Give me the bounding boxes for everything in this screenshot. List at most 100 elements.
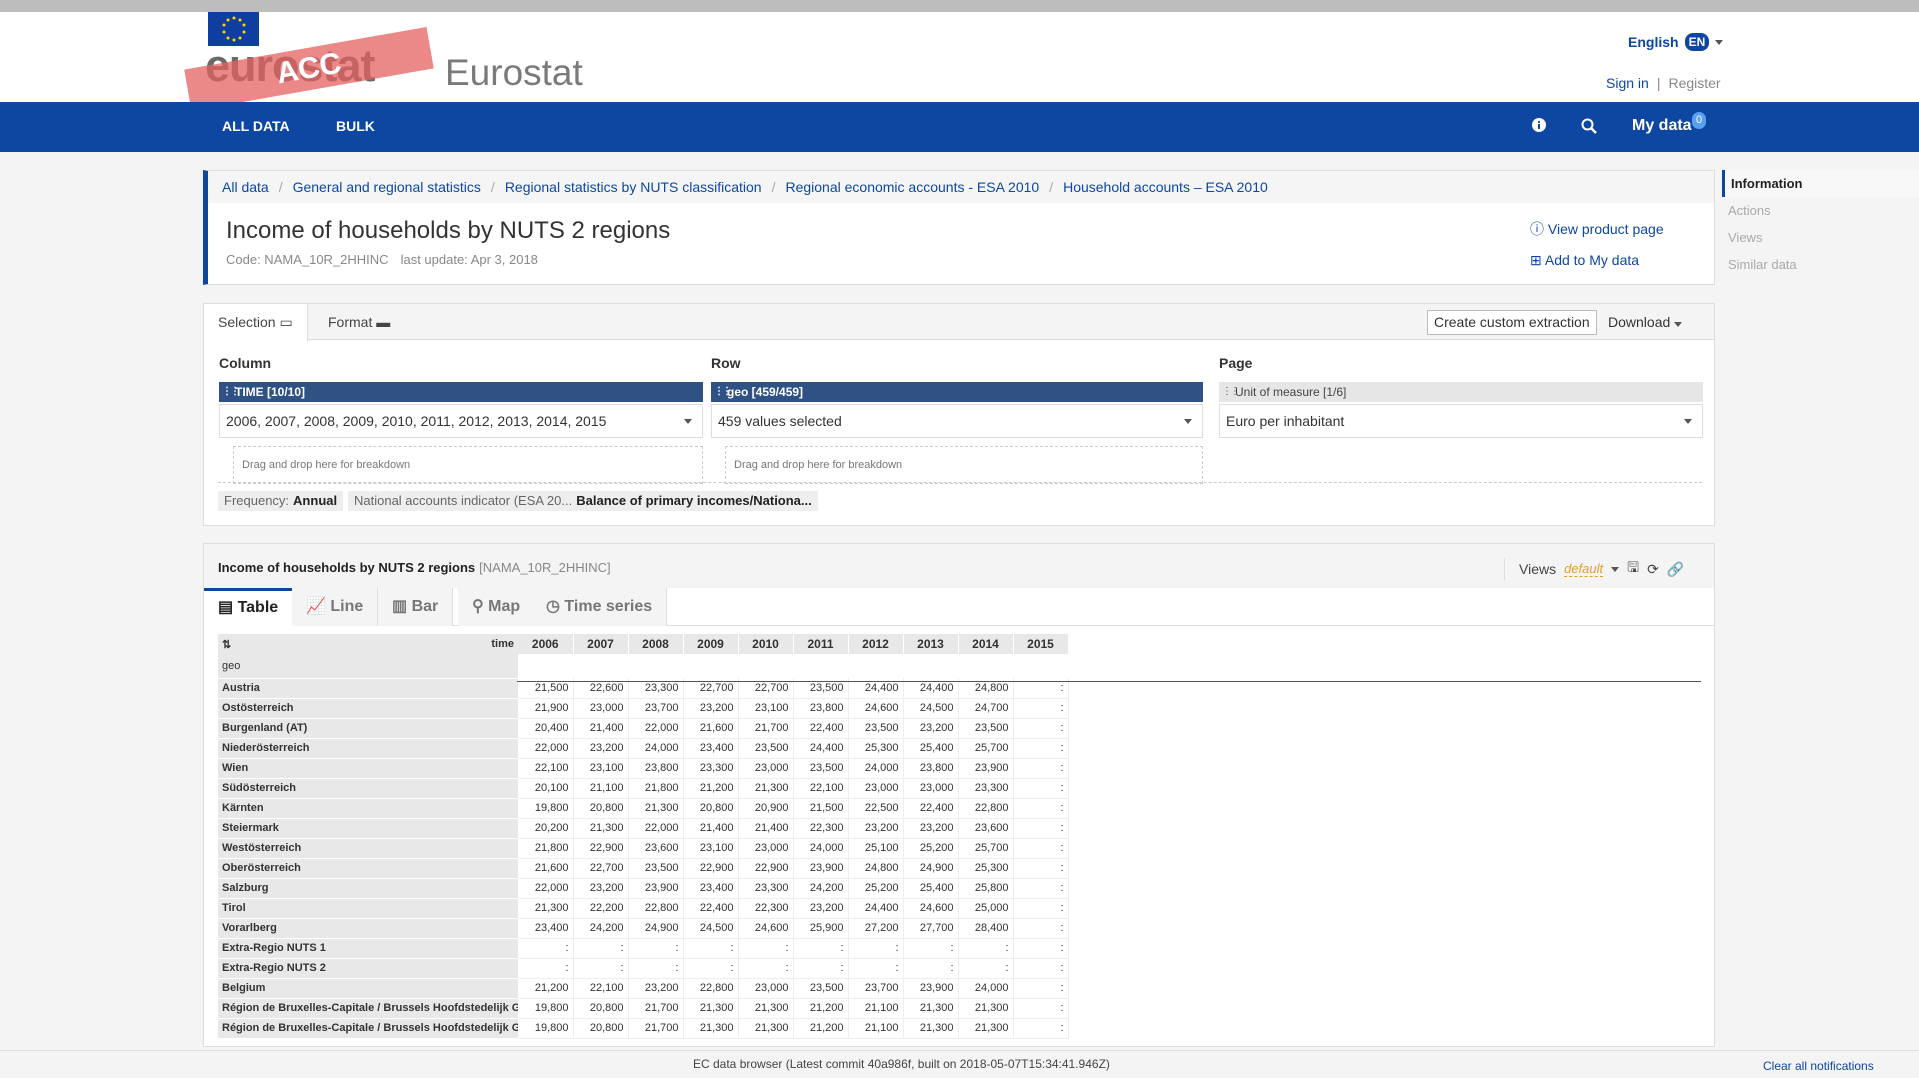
year-header[interactable]: 2010 <box>738 634 794 654</box>
table-cell[interactable]: 25,800 <box>958 878 1014 899</box>
table-cell[interactable]: 24,700 <box>958 698 1014 719</box>
table-cell[interactable]: 21,300 <box>738 998 794 1019</box>
table-cell[interactable]: : <box>1013 978 1069 999</box>
geo-header[interactable]: geo <box>218 654 518 679</box>
table-cell[interactable]: 21,700 <box>628 998 684 1019</box>
table-cell[interactable]: 23,500 <box>793 978 849 999</box>
table-cell[interactable]: : <box>1013 798 1069 819</box>
column-breakdown-dropzone[interactable]: Drag and drop here for breakdown <box>233 446 703 484</box>
table-cell[interactable]: : <box>793 958 849 979</box>
row-label[interactable]: Steiermark <box>218 818 518 839</box>
table-cell[interactable]: : <box>1013 778 1069 799</box>
table-cell[interactable]: : <box>1013 898 1069 919</box>
side-nav-information[interactable]: Information <box>1722 170 1919 197</box>
table-cell[interactable]: : <box>848 938 904 959</box>
table-cell[interactable]: 23,200 <box>793 898 849 919</box>
year-header[interactable]: 2015 <box>1013 634 1069 654</box>
table-cell[interactable]: : <box>573 958 629 979</box>
table-cell[interactable]: 19,800 <box>518 1018 574 1039</box>
save-icon[interactable]: 🖫 <box>1627 557 1639 581</box>
year-header[interactable]: 2012 <box>848 634 904 654</box>
table-cell[interactable]: 23,200 <box>573 878 629 899</box>
table-cell[interactable]: 23,000 <box>848 778 904 799</box>
table-cell[interactable]: 21,800 <box>518 838 574 859</box>
table-cell[interactable]: 23,300 <box>738 878 794 899</box>
table-cell[interactable]: : <box>1013 918 1069 939</box>
table-cell[interactable]: 21,300 <box>628 798 684 819</box>
table-cell[interactable]: 21,400 <box>573 718 629 739</box>
info-icon[interactable] <box>1532 118 1546 135</box>
table-cell[interactable]: 19,800 <box>518 798 574 819</box>
table-cell[interactable]: 21,200 <box>793 998 849 1019</box>
year-header[interactable]: 2007 <box>573 634 629 654</box>
table-cell[interactable]: 21,600 <box>683 718 739 739</box>
table-cell[interactable]: 23,500 <box>738 738 794 759</box>
sign-in-link[interactable]: Sign in <box>1606 75 1649 91</box>
breadcrumb-item[interactable]: Regional economic accounts - ESA 2010 <box>785 179 1039 195</box>
table-cell[interactable]: 21,800 <box>628 778 684 799</box>
table-cell[interactable]: : <box>958 938 1014 959</box>
row-label[interactable]: Burgenland (AT) <box>218 718 518 739</box>
tab-time-series[interactable]: ◷ Time series <box>532 588 668 626</box>
side-nav-actions[interactable]: Actions <box>1722 197 1919 224</box>
table-cell[interactable]: : <box>738 938 794 959</box>
table-cell[interactable]: 20,800 <box>573 798 629 819</box>
table-cell[interactable]: 24,400 <box>848 898 904 919</box>
breadcrumb-item[interactable]: General and regional statistics <box>293 179 481 195</box>
table-cell[interactable]: 23,100 <box>683 838 739 859</box>
row-label[interactable]: Südösterreich <box>218 778 518 799</box>
table-cell[interactable]: 23,000 <box>738 838 794 859</box>
table-cell[interactable]: 22,900 <box>683 858 739 879</box>
year-header[interactable]: 2014 <box>958 634 1014 654</box>
table-cell[interactable]: 21,200 <box>518 978 574 999</box>
table-cell[interactable]: 22,300 <box>793 818 849 839</box>
table-cell[interactable]: 23,300 <box>683 758 739 779</box>
search-icon[interactable] <box>1581 118 1597 137</box>
table-cell[interactable]: 21,200 <box>793 1018 849 1039</box>
table-cell[interactable]: : <box>683 958 739 979</box>
table-cell[interactable]: 23,800 <box>903 758 959 779</box>
time-header[interactable]: ⇅ time <box>218 634 518 654</box>
table-cell[interactable]: : <box>1013 938 1069 959</box>
table-cell[interactable]: 23,200 <box>628 978 684 999</box>
table-cell[interactable]: 22,000 <box>518 878 574 899</box>
table-cell[interactable]: 24,200 <box>573 918 629 939</box>
table-cell[interactable]: 24,200 <box>793 878 849 899</box>
table-cell[interactable]: 21,100 <box>848 998 904 1019</box>
table-cell[interactable]: 23,000 <box>738 978 794 999</box>
table-cell[interactable]: 21,300 <box>738 778 794 799</box>
unit-dimension-handle[interactable]: Unit of measure [1/6] <box>1219 382 1703 402</box>
table-cell[interactable]: 24,000 <box>628 738 684 759</box>
view-product-page-link[interactable]: ⓘ View product page <box>1530 219 1664 239</box>
side-nav-views[interactable]: Views <box>1722 224 1919 251</box>
table-cell[interactable]: : <box>1013 818 1069 839</box>
table-cell[interactable]: 23,200 <box>903 818 959 839</box>
table-cell[interactable]: 24,400 <box>793 738 849 759</box>
table-cell[interactable]: : <box>1013 878 1069 899</box>
my-data-link[interactable]: My data <box>1632 117 1692 135</box>
table-cell[interactable]: 23,100 <box>573 758 629 779</box>
table-cell[interactable]: 23,500 <box>628 858 684 879</box>
row-label[interactable]: Extra-Regio NUTS 1 <box>218 938 518 959</box>
table-cell[interactable]: 20,800 <box>573 1018 629 1039</box>
table-cell[interactable]: 22,100 <box>573 978 629 999</box>
table-cell[interactable]: 23,900 <box>958 758 1014 779</box>
row-label[interactable]: Belgium <box>218 978 518 999</box>
add-to-my-data-link[interactable]: ⊞ Add to My data <box>1530 252 1639 269</box>
table-cell[interactable]: 23,200 <box>903 718 959 739</box>
table-cell[interactable]: 22,800 <box>958 798 1014 819</box>
year-header[interactable]: 2008 <box>628 634 684 654</box>
frequency-filter-chip[interactable]: Frequency: Annual <box>218 491 344 511</box>
table-cell[interactable]: 23,900 <box>628 878 684 899</box>
table-cell[interactable]: 23,400 <box>518 918 574 939</box>
table-cell[interactable]: : <box>1013 698 1069 719</box>
table-cell[interactable]: 23,400 <box>683 878 739 899</box>
nav-bulk[interactable]: BULK <box>336 118 375 134</box>
table-cell[interactable]: : <box>903 938 959 959</box>
breadcrumb-item[interactable]: All data <box>222 179 269 195</box>
table-cell[interactable]: 25,400 <box>903 738 959 759</box>
table-cell[interactable]: 23,600 <box>628 838 684 859</box>
table-cell[interactable]: 24,600 <box>848 698 904 719</box>
row-label[interactable]: Tirol <box>218 898 518 919</box>
download-button[interactable]: Download <box>1608 314 1683 330</box>
